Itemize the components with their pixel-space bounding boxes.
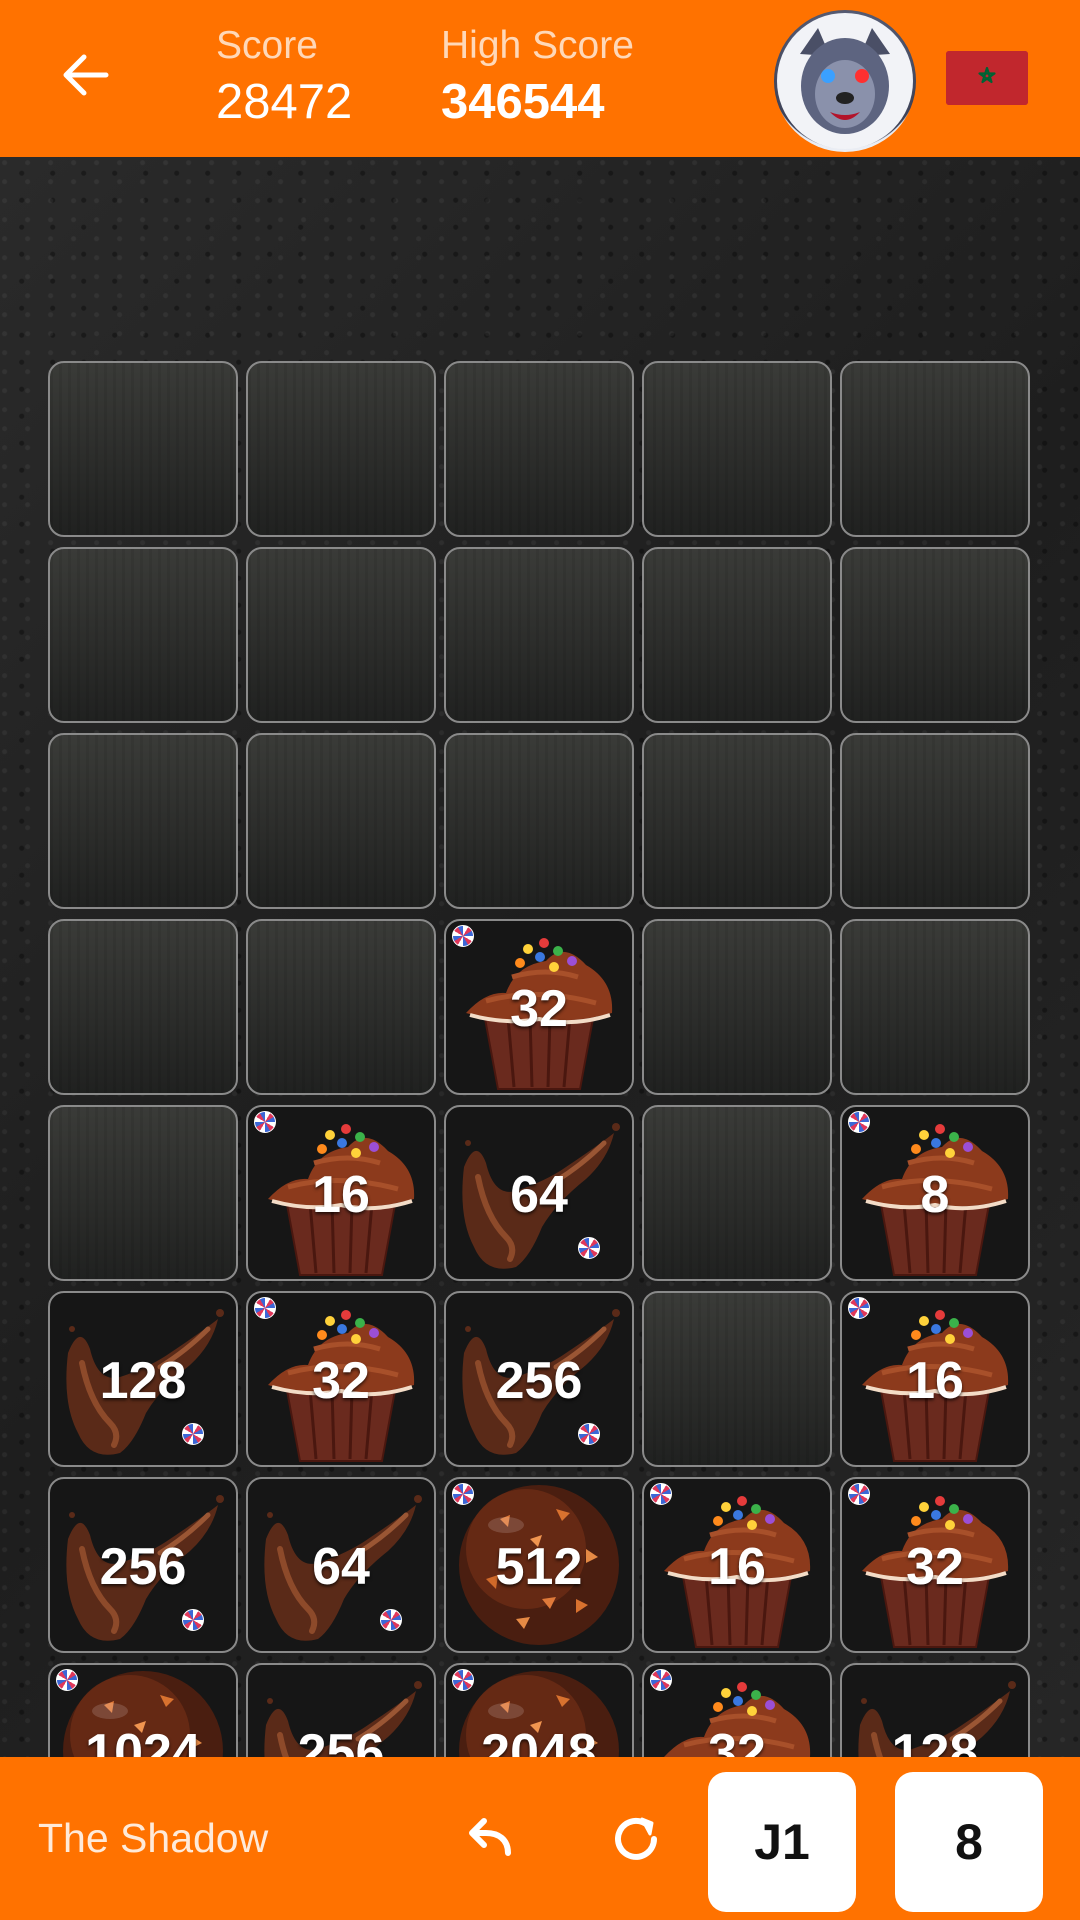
empty-tile	[642, 1105, 832, 1281]
game-tile: 256	[48, 1477, 238, 1653]
player-badge-button[interactable]: J1	[708, 1772, 856, 1912]
empty-tile	[48, 547, 238, 723]
tile-value: 16	[708, 1538, 766, 1596]
tile-grid: 32 16 64 8 128 32 256 16 256 64 512 16 32 1024 256 2048…	[48, 361, 1030, 1839]
empty-tile	[840, 547, 1030, 723]
game-tile: 16	[840, 1291, 1030, 1467]
empty-tile	[642, 919, 832, 1095]
candy-icon	[254, 1111, 276, 1133]
restart-icon[interactable]	[604, 1807, 668, 1871]
top-bar: Score 28472 High Score 346544	[0, 0, 1080, 157]
tile-value: 512	[495, 1538, 583, 1596]
game-tile: 16	[246, 1105, 436, 1281]
empty-tile	[840, 733, 1030, 909]
score-label: Score	[216, 24, 318, 67]
high-score-label: High Score	[441, 24, 634, 67]
candy-icon	[452, 925, 474, 947]
game-tile: 8	[840, 1105, 1030, 1281]
tile-value: 64	[510, 1166, 568, 1224]
candy-icon	[848, 1483, 870, 1505]
tile-value: 32	[510, 980, 568, 1038]
empty-tile	[48, 919, 238, 1095]
empty-tile	[444, 733, 634, 909]
empty-tile	[246, 361, 436, 537]
empty-tile	[48, 733, 238, 909]
candy-icon	[452, 1669, 474, 1691]
game-tile: 512	[444, 1477, 634, 1653]
candy-icon	[848, 1297, 870, 1319]
candy-icon	[182, 1423, 204, 1445]
game-tile: 16	[642, 1477, 832, 1653]
empty-tile	[642, 547, 832, 723]
tile-value: 16	[312, 1166, 370, 1224]
candy-icon	[56, 1669, 78, 1691]
empty-tile	[642, 361, 832, 537]
tile-value: 256	[99, 1538, 187, 1596]
empty-tile	[840, 361, 1030, 537]
player-name: The Shadow	[38, 1815, 269, 1861]
candy-icon	[380, 1609, 402, 1631]
game-tile: 128	[48, 1291, 238, 1467]
avatar[interactable]	[774, 10, 916, 152]
tile-value: 64	[312, 1538, 370, 1596]
morocco-flag-icon	[946, 51, 1028, 105]
candy-icon	[578, 1237, 600, 1259]
candy-icon	[452, 1483, 474, 1505]
arrow-left-icon[interactable]	[56, 45, 116, 105]
empty-tile	[246, 733, 436, 909]
empty-tile	[444, 361, 634, 537]
empty-tile	[246, 547, 436, 723]
game-tile: 32	[840, 1477, 1030, 1653]
wolf-avatar-icon	[777, 13, 913, 149]
bottom-bar: The Shadow J1 8	[0, 1757, 1080, 1920]
candy-icon	[650, 1669, 672, 1691]
candy-icon	[650, 1483, 672, 1505]
empty-tile	[246, 919, 436, 1095]
candy-icon	[578, 1423, 600, 1445]
undo-icon[interactable]	[460, 1807, 524, 1871]
counter-button[interactable]: 8	[895, 1772, 1043, 1912]
game-tile: 64	[246, 1477, 436, 1653]
score-panel: Score 28472	[216, 24, 352, 132]
tile-value: 16	[906, 1352, 964, 1410]
tile-value: 32	[906, 1538, 964, 1596]
empty-tile	[444, 547, 634, 723]
empty-tile	[840, 919, 1030, 1095]
high-score-panel: High Score 346544	[441, 24, 634, 132]
game-tile: 256	[444, 1291, 634, 1467]
game-tile: 32	[444, 919, 634, 1095]
empty-tile	[642, 1291, 832, 1467]
score-value: 28472	[216, 75, 353, 129]
candy-icon	[182, 1609, 204, 1631]
game-tile: 64	[444, 1105, 634, 1281]
game-tile: 32	[246, 1291, 436, 1467]
tile-value: 8	[920, 1166, 950, 1224]
empty-tile	[48, 1105, 238, 1281]
tile-value: 128	[99, 1352, 187, 1410]
tile-value: 256	[495, 1352, 583, 1410]
candy-icon	[254, 1297, 276, 1319]
game-board[interactable]: 32 16 64 8 128 32 256 16 256 64 512 16 32 1024 256 2048…	[0, 157, 1080, 1839]
tile-value: 32	[312, 1352, 370, 1410]
high-score-value: 346544	[441, 75, 605, 129]
empty-tile	[48, 361, 238, 537]
candy-icon	[848, 1111, 870, 1133]
empty-tile	[642, 733, 832, 909]
